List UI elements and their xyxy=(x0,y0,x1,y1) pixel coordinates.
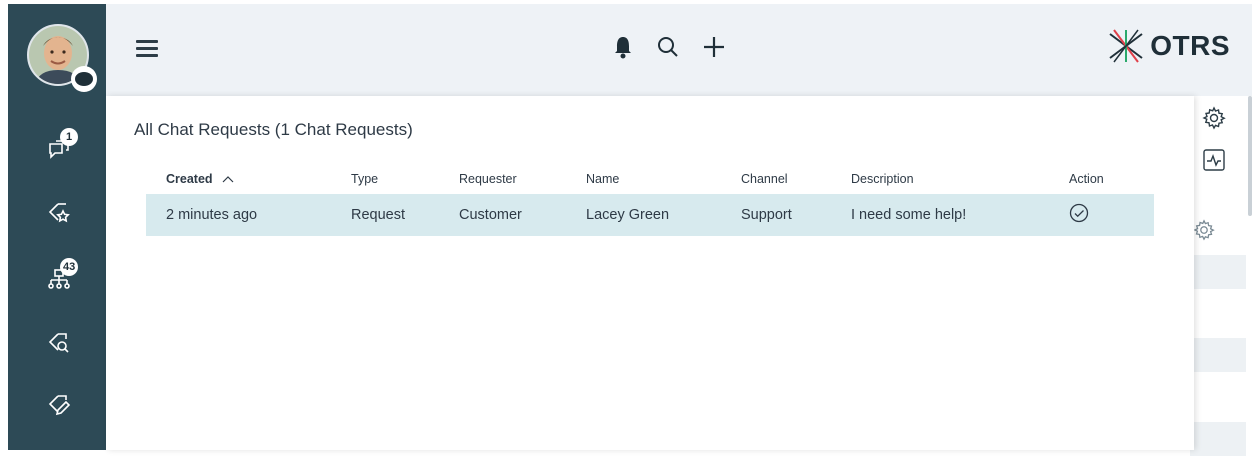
background-row xyxy=(1190,422,1246,456)
column-header-channel[interactable]: Channel xyxy=(721,164,831,194)
cell-requester: Customer xyxy=(439,194,566,236)
ticket-star-icon[interactable] xyxy=(42,196,76,230)
cell-created: 2 minutes ago xyxy=(146,194,331,236)
chat-status-badge xyxy=(71,66,97,92)
column-header-description[interactable]: Description xyxy=(831,164,1049,194)
activity-icon[interactable] xyxy=(1200,146,1228,174)
otrs-logo-text: OTRS xyxy=(1150,30,1230,61)
chat-count-badge: 1 xyxy=(60,128,78,146)
cell-channel: Support xyxy=(721,194,831,236)
top-navigation-bar: OTRS xyxy=(106,4,1252,97)
panel-title: All Chat Requests (1 Chat Requests) xyxy=(134,120,413,139)
chat-requests-panel: All Chat Requests (1 Chat Requests) Crea… xyxy=(106,96,1194,450)
cell-description: I need some help! xyxy=(831,194,1049,236)
sort-ascending-icon xyxy=(222,172,234,186)
background-row xyxy=(1190,255,1246,289)
sidebar: 1 43 xyxy=(8,4,106,450)
column-header-type[interactable]: Type xyxy=(331,164,439,194)
plus-icon[interactable] xyxy=(702,35,726,63)
background-row xyxy=(1190,338,1246,372)
column-header-created[interactable]: Created xyxy=(146,164,331,194)
search-icon[interactable] xyxy=(656,35,680,63)
menu-hamburger-icon[interactable] xyxy=(136,40,158,58)
column-header-action[interactable]: Action xyxy=(1049,164,1154,194)
gear-icon[interactable] xyxy=(1200,104,1228,132)
column-header-name[interactable]: Name xyxy=(566,164,721,194)
column-header-requester[interactable]: Requester xyxy=(439,164,566,194)
cell-type: Request xyxy=(331,194,439,236)
chat-requests-table: Created Type Requester Name Channel Desc… xyxy=(146,164,1154,236)
cell-action xyxy=(1049,194,1154,236)
check-circle-icon[interactable] xyxy=(1069,203,1089,227)
cell-name: Lacey Green xyxy=(566,194,721,236)
ticket-search-icon[interactable] xyxy=(42,326,76,360)
gear-icon[interactable] xyxy=(1190,216,1218,244)
background-scrollbar[interactable] xyxy=(1248,96,1252,216)
otrs-logo-mark xyxy=(1109,29,1143,63)
otrs-logo: OTRS xyxy=(1106,26,1230,66)
table-header-row: Created Type Requester Name Channel Desc… xyxy=(146,164,1154,194)
table-row[interactable]: 2 minutes ago Request Customer Lacey Gre… xyxy=(146,194,1154,236)
top-actions xyxy=(612,34,726,64)
bell-icon[interactable] xyxy=(612,34,634,64)
ticket-edit-icon[interactable] xyxy=(42,388,76,422)
